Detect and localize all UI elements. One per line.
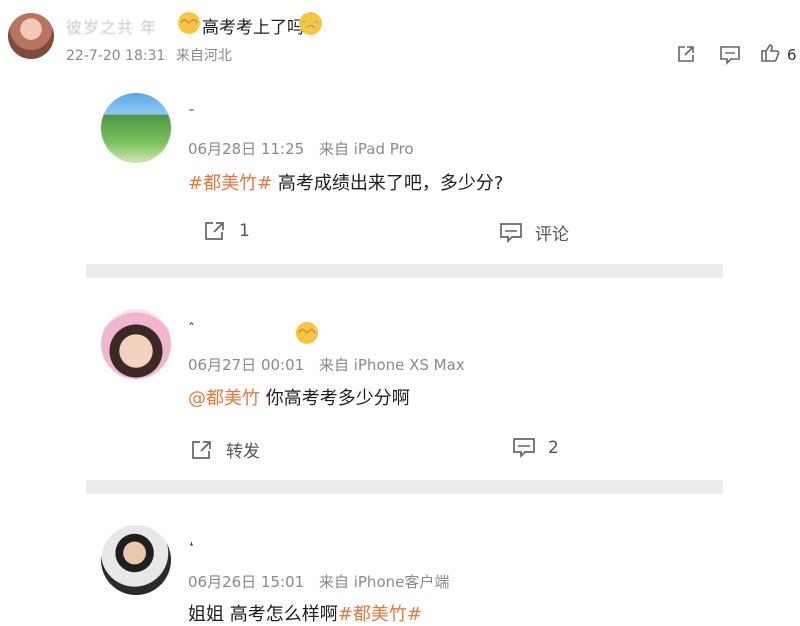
post-username[interactable]: ˆ — [188, 322, 195, 338]
angry-emoji-icon: ◠◠ — [296, 322, 318, 344]
divider — [86, 264, 723, 278]
avatar[interactable] — [101, 525, 171, 595]
post-username[interactable]: ˔ — [188, 537, 195, 553]
like-icon[interactable] — [760, 43, 780, 63]
comment-button[interactable]: 2 — [512, 437, 559, 459]
comment-button[interactable]: 评论 — [499, 220, 569, 245]
hashtag-link[interactable]: #都美竹# — [338, 604, 422, 625]
repost-button[interactable]: 1 — [203, 220, 250, 242]
crying-emoji-icon: ᵔ︵ᵔ — [299, 12, 322, 35]
repost-label: 1 — [239, 221, 250, 241]
avatar[interactable] — [8, 13, 54, 59]
post-source: 来自 iPad Pro — [318, 140, 414, 158]
comment-icon — [512, 437, 536, 459]
post-text: 高考成绩出来了吧，多少分? — [272, 173, 504, 194]
repost-label: 转发 — [226, 442, 260, 462]
top-comment-location: 来自河北 — [175, 48, 232, 64]
post-date: 06月27日 00:01 — [188, 356, 305, 374]
top-comment-username[interactable]: 彼岁之共 年 — [66, 14, 157, 38]
share-icon — [203, 220, 227, 242]
post-text: 你高考考多少分啊 — [260, 388, 410, 409]
post-source: 来自 iPhone XS Max — [318, 356, 465, 374]
post-text: 姐姐 高考怎么样啊 — [188, 604, 338, 625]
repost-button[interactable]: 转发 — [190, 437, 260, 462]
divider — [86, 480, 723, 494]
hashtag-link[interactable]: #都美竹# — [188, 173, 272, 194]
comment-icon — [499, 222, 523, 244]
avatar[interactable] — [101, 93, 171, 163]
post-username[interactable]: ˉ — [188, 108, 195, 124]
post-source: 来自 iPhone客户端 — [318, 573, 450, 591]
comment-count: 2 — [548, 438, 559, 458]
top-comment-date: 22-7-20 18:31 — [66, 48, 166, 64]
mention-link[interactable]: @都美竹 — [188, 388, 260, 409]
top-comment-text: 高考考上了吗 — [202, 18, 304, 38]
share-icon[interactable] — [676, 44, 696, 64]
share-icon — [190, 439, 214, 461]
angry-emoji-icon: ◠◠ — [178, 12, 200, 34]
post-date: 06月26日 15:01 — [188, 573, 305, 591]
post-date: 06月28日 11:25 — [188, 140, 305, 158]
comment-icon[interactable] — [719, 45, 741, 65]
comment-label: 评论 — [535, 225, 569, 245]
like-count: 6 — [787, 46, 797, 64]
avatar[interactable] — [101, 309, 171, 379]
